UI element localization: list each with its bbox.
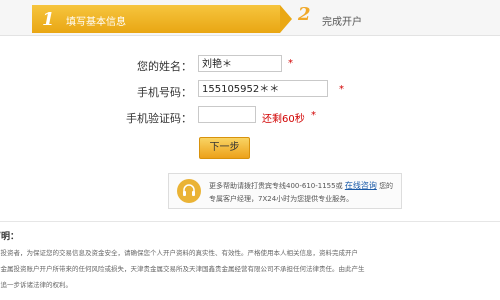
step-arrow-icon [280,5,292,33]
phone-label: 手机号码： [137,86,192,99]
disclaimer-line: 贵金属投资账户开户所带来的任何风险或损失，天津贵金属交易所及天津国鑫贵金属经营有… [0,265,365,273]
step-2-number: 2 [298,4,311,25]
help-line-1-suffix: 您的 [379,182,394,190]
name-label: 您的姓名： [137,60,192,73]
step-2-label: 完成开户 [322,17,362,28]
phone-input[interactable]: 155105952＊＊ [198,80,328,97]
disclaimer-line: 留追一步诉诸法律的权利。 [0,281,72,289]
disclaimer-title: 声明： [0,232,20,242]
step-1-active: 1 填写基本信息 [32,5,280,33]
code-label: 手机验证码： [126,112,192,125]
help-line-2: 专属客户经理，7X24小时为您提供专业服务。 [209,195,354,203]
disclaimer-line: 的投资者，为保证您的交易信息及资金安全，请确保您个人开户资料的真实性、有效性。严… [0,249,358,257]
help-hotline-text: 更多帮助请拨打贵宾专线400-610-1155或 [209,182,343,190]
step-bar: 1 填写基本信息 2 完成开户 [0,0,500,36]
next-step-button[interactable]: 下一步 [199,137,250,159]
step-1-number: 1 [42,9,55,30]
name-input[interactable]: 刘艳＊ [198,55,282,72]
headset-icon [177,179,201,203]
code-required-mark: * [311,110,316,121]
divider [0,221,500,222]
phone-required-mark: * [339,84,344,95]
countdown-text: 还剩60秒 [262,114,305,125]
name-required-mark: * [288,58,293,69]
online-consult-link[interactable]: 在线咨询 [345,181,377,190]
help-line-1: 更多帮助请拨打贵宾专线400-610-1155或 在线咨询 您的 [209,180,393,191]
verification-code-input[interactable] [198,106,256,123]
help-box: 更多帮助请拨打贵宾专线400-610-1155或 在线咨询 您的 专属客户经理，… [168,173,402,209]
step-1-label: 填写基本信息 [66,17,126,28]
